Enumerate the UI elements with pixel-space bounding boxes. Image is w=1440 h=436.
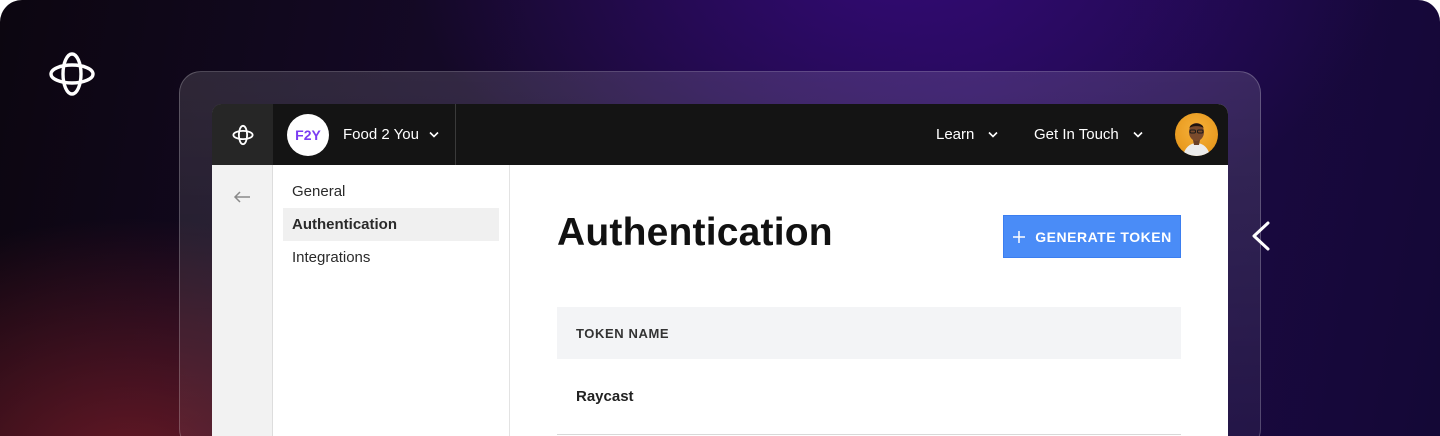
promo-background: F2Y Food 2 You Learn Get In Touch Genera…: [0, 0, 1440, 436]
nav-get-in-touch[interactable]: Get In Touch: [1034, 104, 1143, 165]
subnav-item-label: General: [292, 183, 346, 200]
org-avatar: F2Y: [287, 113, 329, 156]
side-rail: [212, 165, 273, 436]
nav-learn[interactable]: Learn: [936, 104, 998, 165]
app-window: F2Y Food 2 You Learn Get In Touch Genera…: [212, 104, 1228, 436]
subnav-item-integrations[interactable]: Integrations: [283, 241, 499, 274]
table-row[interactable]: Raycast: [557, 359, 1181, 435]
subnav-item-authentication[interactable]: Authentication: [283, 208, 499, 241]
table-header: TOKEN NAME: [557, 307, 1181, 359]
flower-logo-icon: [231, 124, 254, 145]
flower-logo-icon: [49, 52, 95, 96]
org-switcher[interactable]: F2Y Food 2 You: [273, 104, 456, 165]
back-arrow-icon[interactable]: [230, 185, 254, 209]
subnav-item-general[interactable]: General: [283, 175, 499, 208]
left-arrow-icon: [1252, 221, 1432, 251]
generate-token-button[interactable]: GENERATE TOKEN: [1003, 215, 1181, 258]
chevron-down-icon: [988, 131, 998, 138]
token-name-cell: Raycast: [576, 388, 634, 405]
chevron-down-icon: [1133, 131, 1143, 138]
page-title: Authentication: [557, 211, 833, 254]
org-name: Food 2 You: [343, 126, 419, 143]
chevron-down-icon: [429, 131, 439, 138]
user-avatar-image: [1183, 123, 1210, 156]
app-logo[interactable]: [212, 104, 273, 165]
top-bar: F2Y Food 2 You Learn Get In Touch: [212, 104, 1228, 165]
user-avatar[interactable]: [1175, 113, 1218, 156]
subnav-item-label: Integrations: [292, 249, 371, 266]
plus-icon: [1013, 230, 1026, 243]
settings-subnav: General Authentication Integrations: [273, 165, 510, 436]
nav-get-in-touch-label: Get In Touch: [1034, 126, 1119, 143]
subnav-item-label: Authentication: [292, 216, 397, 233]
generate-token-label: GENERATE TOKEN: [1035, 228, 1172, 245]
column-header-token-name: TOKEN NAME: [576, 325, 670, 341]
nav-learn-label: Learn: [936, 126, 975, 143]
main-content: Authentication GENERATE TOKEN TOKEN NAME…: [510, 165, 1228, 436]
